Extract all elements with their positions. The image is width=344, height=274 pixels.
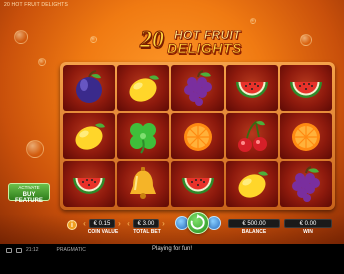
bubble-decor [26,140,44,158]
bet-increase-icon[interactable]: › [159,219,168,229]
reel-cell [63,65,116,111]
reel-cell [279,161,332,207]
reel-5 [279,65,332,207]
bubble-decor [14,30,28,44]
lemon-icon [238,171,268,198]
reel-cell [279,65,332,111]
reel-cell [225,113,278,159]
clover-icon [130,123,157,154]
grapes-icon [291,166,320,202]
info-icon[interactable]: i [67,220,77,230]
reel-4 [225,65,278,207]
reel-cell [279,113,332,159]
reel-cell [117,65,170,111]
reel-1 [63,65,116,207]
reel-cell [63,113,116,159]
logo-line2: DELIGHTS [167,40,242,57]
coin-decrease-icon[interactable]: ‹ [80,219,89,229]
game-title: 20 HOT FRUIT DELIGHTS [4,2,69,8]
autoplay-icon[interactable] [207,216,221,230]
bell-icon [130,167,157,199]
reel-cell [225,161,278,207]
orange-icon [183,123,212,151]
watermelon-icon [73,178,106,194]
cherries-icon [237,120,267,152]
status-bar: 21:12 PRAGMATIC Playing for fun! [0,244,344,274]
buy-feature-button[interactable]: ACTIVATE BUY FEATURE [8,183,50,204]
lemon-icon [129,75,160,102]
balance-field: € 500.00 [228,219,280,228]
coin-value-label: COIN VALUE [87,229,119,235]
watermelon-icon [235,82,268,98]
lemon-icon [75,123,106,150]
spin-arrows-icon [190,213,205,230]
reel-cell [171,65,224,111]
reel-cell [171,161,224,207]
game-screen: 20 HOT FRUIT DELIGHTS 20 HOT FRUIT DELIG… [0,0,344,244]
reel-cell [171,113,224,159]
watermelon-icon [181,178,214,194]
bubble-decor [250,18,256,24]
bubble-decor [38,58,46,66]
coin-value-field: € 0.15 [89,219,115,228]
win-label: WIN [303,229,313,235]
reel-cell [225,65,278,111]
coin-increase-icon[interactable]: › [115,219,124,229]
logo-number: 20 [140,27,165,54]
balance-label: BALANCE [241,229,267,235]
bet-decrease-icon[interactable]: ‹ [124,219,133,229]
reels-grid [63,65,332,207]
reel-cell [117,161,170,207]
buy-feature-line2: BUY FEATURE [15,191,43,204]
buy-feature-line1: ACTIVATE [18,185,40,190]
watermelon-icon [289,82,322,98]
reels-frame [60,62,335,210]
orange-icon [291,123,320,151]
reel-cell [63,161,116,207]
game-logo: 20 HOT FRUIT DELIGHTS [140,27,250,61]
bubble-decor [90,36,97,43]
spin-controls [175,212,221,236]
total-bet-label: TOTAL BET [133,229,161,235]
win-field: € 0.00 [284,219,332,228]
reel-cell [117,113,170,159]
total-bet-field: € 3.00 [133,219,159,228]
spin-button[interactable] [187,212,209,234]
bubble-decor [300,34,312,46]
reel-3 [171,65,224,207]
plum-icon [76,70,103,103]
grapes-icon [183,70,212,106]
reel-2 [117,65,170,207]
status-message: Playing for fun! [151,246,193,252]
